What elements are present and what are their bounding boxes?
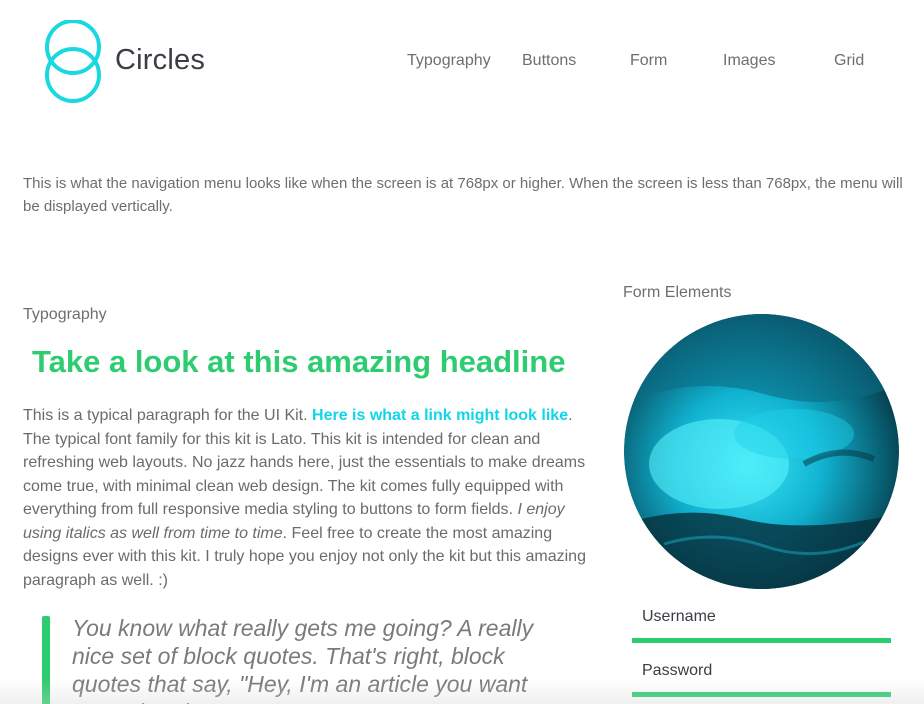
username-placeholder: Username — [642, 608, 716, 625]
password-placeholder: Password — [642, 662, 713, 679]
page: Circles Typography Buttons Form Images G… — [0, 0, 924, 704]
nav-item-typography[interactable]: Typography — [407, 52, 491, 70]
password-field[interactable]: Password — [632, 656, 891, 697]
typography-section-label: Typography — [23, 306, 107, 323]
navigation-notice: This is what the navigation menu looks l… — [23, 175, 903, 215]
paragraph-start-text: This is a typical paragraph for the UI K… — [23, 407, 313, 424]
blockquote: You know what really gets me going? A re… — [72, 615, 534, 704]
headline: Take a look at this amazing headline — [32, 344, 566, 379]
username-field[interactable]: Username — [632, 602, 891, 643]
blockquote-accent-bar — [42, 616, 50, 704]
ocean-wave-image — [624, 314, 899, 589]
nav-item-grid[interactable]: Grid — [834, 52, 864, 70]
form-section-label: Form Elements — [623, 284, 732, 301]
sample-link[interactable]: Here is what a link might look like — [312, 407, 568, 424]
nav-item-images[interactable]: Images — [723, 52, 775, 70]
main-navigation: Typography Buttons Form Images Grid — [0, 52, 924, 76]
nav-item-buttons[interactable]: Buttons — [522, 52, 576, 70]
nav-item-form[interactable]: Form — [630, 52, 667, 70]
typography-paragraph: This is a typical paragraph for the UI K… — [23, 404, 598, 592]
